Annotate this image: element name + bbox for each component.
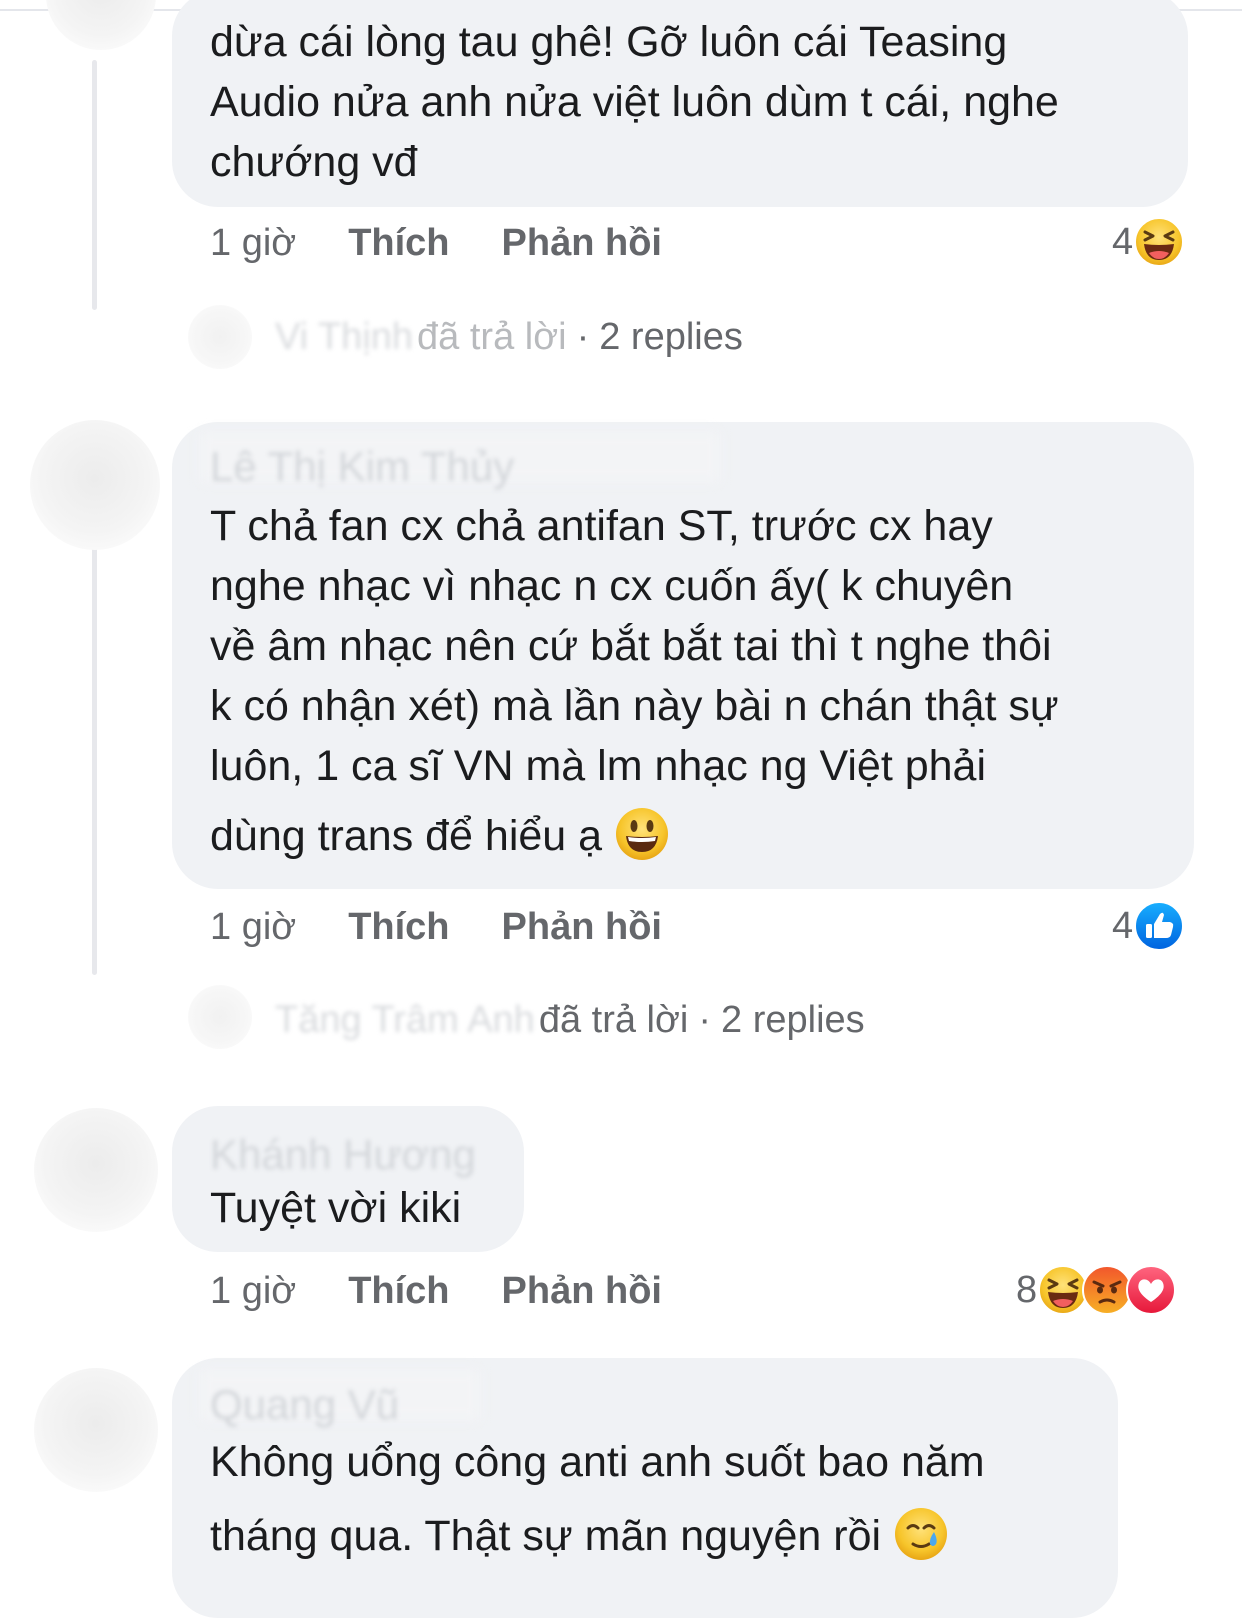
replier-name: Tăng Trâm Anh	[275, 998, 535, 1041]
view-replies-link[interactable]: Vi Thịnh đã trả lời · 2 replies	[275, 312, 743, 362]
replies-text: đã trả lời	[538, 998, 689, 1041]
comment-text: Tuyệt vời kiki	[210, 1178, 461, 1238]
view-replies-link[interactable]: Tăng Trâm Anh đã trả lời · 2 replies	[275, 995, 865, 1045]
replies-count: 2 replies	[599, 315, 743, 358]
comment-line-text: tháng qua. Thật sự mãn nguyện rồi	[210, 1512, 882, 1560]
comment-timestamp[interactable]: 1 giờ	[210, 1270, 296, 1313]
like-button[interactable]: Thích	[348, 906, 449, 949]
smiley-icon	[614, 806, 670, 862]
comment-line: T chả fan cx chả antifan ST, trước cx ha…	[210, 502, 993, 550]
reply-button[interactable]: Phản hồi	[502, 906, 662, 949]
comment-line: dừa cái lòng tau ghê! Gỡ luôn cái Teasin…	[210, 18, 1008, 66]
reaction-summary[interactable]: 4	[1112, 214, 1185, 270]
reply-button[interactable]: Phản hồi	[502, 1270, 662, 1313]
replier-name: Vi Thịnh	[275, 315, 414, 358]
comment-line: tháng qua. Thật sự mãn nguyện rồi	[210, 1506, 985, 1566]
comment-line: Không uổng công anti anh suốt bao năm	[210, 1438, 985, 1486]
thread-line	[92, 60, 97, 310]
comment-line: về âm nhạc nên cứ bắt bắt tai thì t nghe…	[210, 622, 1052, 670]
like-icon	[1133, 900, 1185, 952]
reply-button[interactable]: Phản hồi	[502, 222, 662, 265]
like-button[interactable]: Thích	[348, 222, 449, 265]
crying-smile-icon	[893, 1506, 949, 1562]
replies-count: 2 replies	[721, 998, 865, 1041]
reaction-count: 4	[1112, 904, 1134, 947]
avatar[interactable]	[46, 0, 156, 50]
comment-timestamp[interactable]: 1 giờ	[210, 222, 296, 265]
reaction-count: 8	[1016, 1268, 1038, 1311]
comment-line: nghe nhạc vì nhạc n cx cuốn ấy( k chuyên	[210, 562, 1014, 610]
reaction-count: 4	[1112, 220, 1134, 263]
comment-author[interactable]: Khánh Hương	[210, 1134, 476, 1176]
avatar[interactable]	[34, 1108, 158, 1232]
replier-avatar	[188, 305, 252, 369]
thread-line	[92, 545, 97, 975]
comment-text: Không uổng công anti anh suốt bao năm th…	[210, 1432, 985, 1566]
replies-text: đã trả lời	[417, 315, 567, 358]
comment-author[interactable]: Lê Thị Kim Thủy	[210, 446, 514, 488]
replier-avatar	[188, 985, 252, 1049]
reaction-summary[interactable]: 8	[1016, 1262, 1177, 1318]
reaction-summary[interactable]: 4	[1112, 898, 1185, 954]
comment-line: Tuyệt vời kiki	[210, 1184, 462, 1232]
comment-line: Audio nửa anh nửa việt luôn dùm t cái, n…	[210, 78, 1059, 126]
comment-actions: 1 giờ Thích Phản hồi	[210, 218, 714, 268]
comment-line-text: dùng trans để hiểu ạ	[210, 812, 603, 860]
like-button[interactable]: Thích	[348, 1270, 449, 1313]
haha-icon	[1133, 216, 1185, 268]
comment-author[interactable]: Quang Vũ	[210, 1384, 399, 1426]
comment-line: k có nhận xét) mà lần này bài n chán thậ…	[210, 682, 1059, 730]
replies-separator: ·	[576, 315, 590, 358]
comment-line: chướng vđ	[210, 138, 418, 186]
comment-line: dùng trans để hiểu ạ	[210, 806, 1059, 866]
comment-text: dừa cái lòng tau ghê! Gỡ luôn cái Teasin…	[210, 12, 1059, 192]
comment-actions: 1 giờ Thích Phản hồi	[210, 902, 714, 952]
avatar[interactable]	[34, 1368, 158, 1492]
comment-actions: 1 giờ Thích Phản hồi	[210, 1266, 714, 1316]
love-icon	[1125, 1264, 1177, 1316]
comment-line: luôn, 1 ca sĩ VN mà lm nhạc ng Việt phải	[210, 742, 987, 790]
comment-text: T chả fan cx chả antifan ST, trước cx ha…	[210, 496, 1059, 866]
avatar[interactable]	[30, 420, 160, 550]
comment-timestamp[interactable]: 1 giờ	[210, 906, 296, 949]
replies-separator: ·	[698, 998, 712, 1041]
